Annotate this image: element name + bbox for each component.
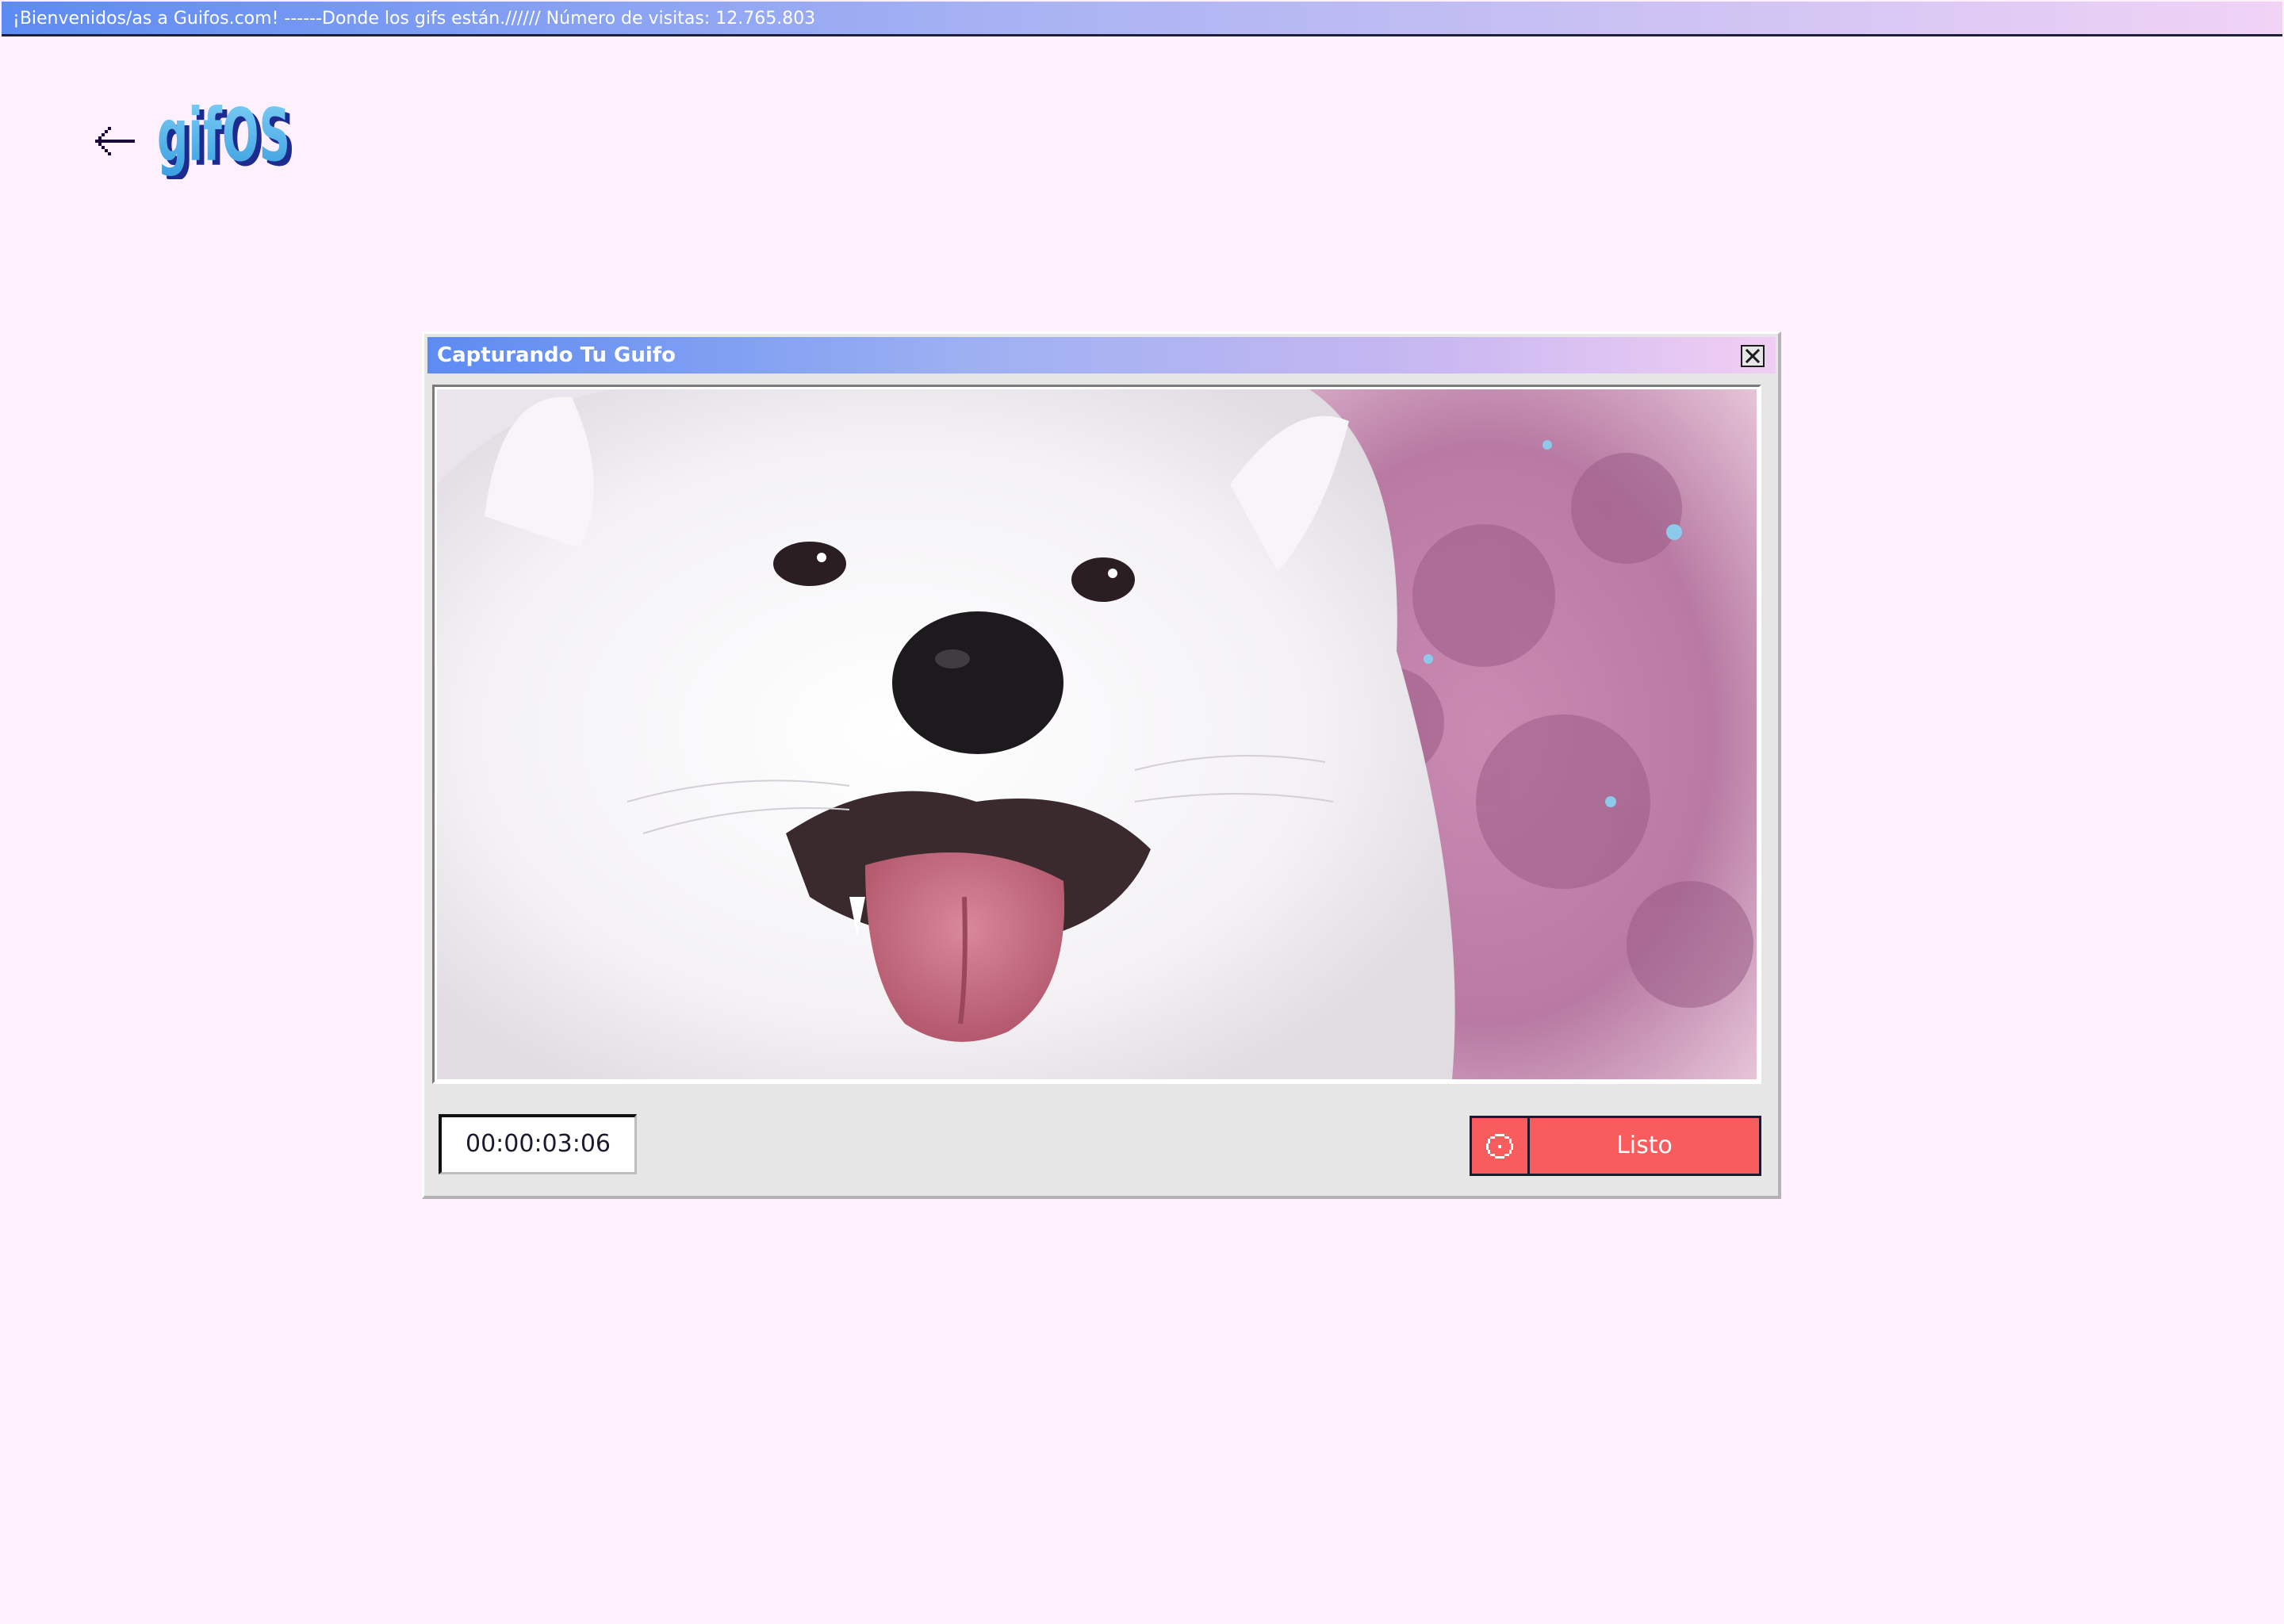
ready-button[interactable]: Listo (1470, 1116, 1761, 1176)
banner-text: ¡Bienvenidos/as a Guifos.com! ------Dond… (13, 9, 816, 29)
close-button[interactable] (1741, 345, 1765, 367)
capture-titlebar: Capturando Tu Guifo (427, 337, 1776, 373)
capture-title: Capturando Tu Guifo (437, 343, 676, 367)
video-preview (437, 389, 1757, 1079)
logo-graphic: gifOS gifOS (157, 93, 295, 182)
ready-icon-box[interactable] (1470, 1116, 1530, 1176)
capture-window: Capturando Tu Guifo 00:00:03:06 Listo (422, 331, 1781, 1199)
ready-button-label[interactable]: Listo (1530, 1116, 1761, 1176)
logo-text: gifOS (157, 97, 290, 178)
gifos-logo[interactable]: gifOS gifOS (155, 93, 303, 182)
arrow-left-icon (95, 127, 135, 155)
back-button[interactable] (92, 117, 138, 165)
video-frame (432, 385, 1761, 1084)
close-icon (1745, 348, 1761, 364)
recording-icon (1486, 1134, 1513, 1159)
recording-timer: 00:00:03:06 (439, 1114, 637, 1174)
welcome-banner: ¡Bienvenidos/as a Guifos.com! ------Dond… (2, 2, 2282, 36)
